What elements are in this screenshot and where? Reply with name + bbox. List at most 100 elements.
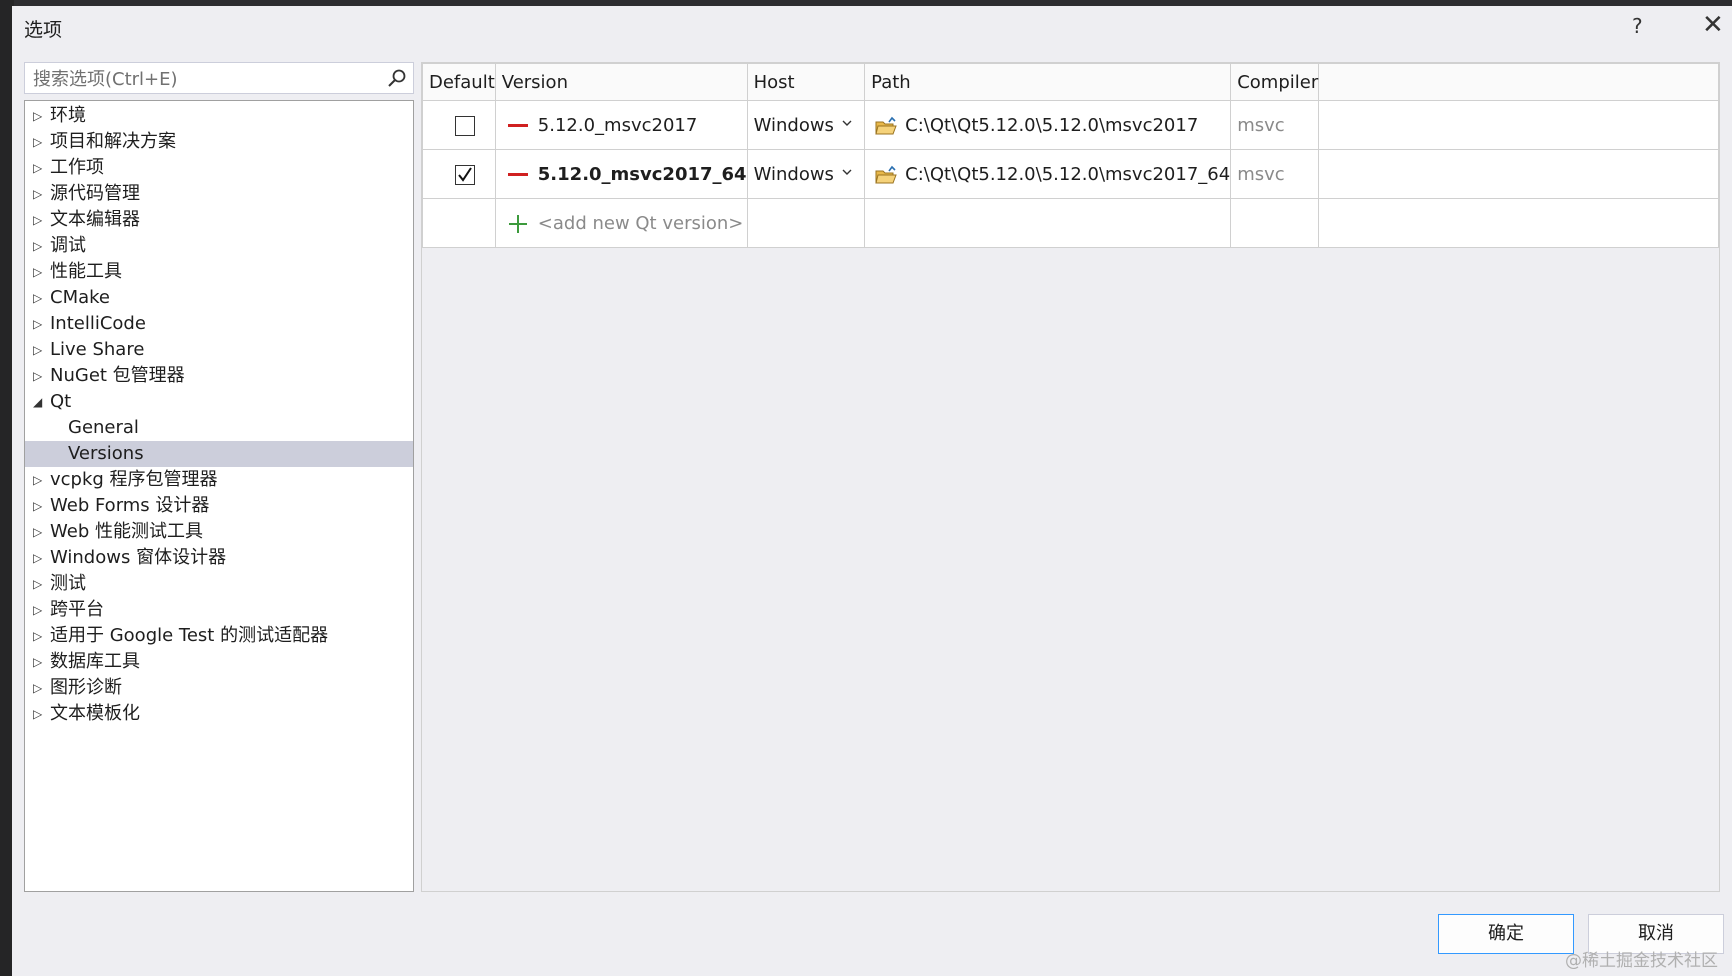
remove-version-icon[interactable] bbox=[507, 124, 528, 127]
tree-item[interactable]: ▷ 文本编辑器 bbox=[25, 207, 413, 233]
chevron-down-icon[interactable] bbox=[842, 119, 852, 127]
version-cell[interactable]: 5.12.0_msvc2017_64 bbox=[494, 149, 748, 199]
expand-arrow-icon[interactable]: ▷ bbox=[33, 155, 45, 181]
filler-cell bbox=[1318, 100, 1719, 150]
tree-item[interactable]: ▷ 环境 bbox=[25, 103, 413, 129]
tree-item[interactable]: ▷ IntelliCode bbox=[25, 311, 413, 337]
expand-arrow-icon[interactable]: ▷ bbox=[33, 363, 45, 389]
options-dialog: 选项 ? ✕ ▷环境▷项目和解决方案▷工作项▷源代码管理▷文本编辑器▷调试▷性能… bbox=[12, 6, 1732, 976]
tree-item-label: 性能工具 bbox=[50, 261, 122, 282]
default-checkbox[interactable] bbox=[455, 164, 475, 185]
tree-item[interactable]: ▷ 工作项 bbox=[25, 155, 413, 181]
tree-item[interactable]: ▷ Windows 窗体设计器 bbox=[25, 545, 413, 571]
column-header-version[interactable]: Version bbox=[494, 63, 748, 101]
filler-cell bbox=[1318, 198, 1719, 248]
expand-arrow-icon[interactable]: ▷ bbox=[33, 623, 45, 649]
host-value: Windows bbox=[753, 163, 834, 185]
tree-item[interactable]: ▷ 适用于 Google Test 的测试适配器 bbox=[25, 623, 413, 649]
tree-item[interactable]: ▷ 调试 bbox=[25, 233, 413, 259]
tree-item[interactable]: ▷ 测试 bbox=[25, 571, 413, 597]
tree-item[interactable]: Versions bbox=[25, 441, 413, 467]
chevron-down-icon[interactable] bbox=[842, 168, 852, 176]
tree-item[interactable]: ▷ vcpkg 程序包管理器 bbox=[25, 467, 413, 493]
tree-item[interactable]: ▷ Live Share bbox=[25, 337, 413, 363]
tree-item-label: 环境 bbox=[50, 105, 86, 126]
expand-arrow-icon[interactable]: ▷ bbox=[33, 545, 45, 571]
plus-icon[interactable] bbox=[508, 214, 528, 234]
options-tree: ▷ 环境 ▷ 项目和解决方案 ▷ 工作项 ▷ 源代码管理 ▷ 文本编辑器 ▷ 调试 ▷ 性能工具 ▷ CMak… bbox=[24, 100, 414, 892]
tree-item-label: Versions bbox=[68, 443, 144, 464]
expand-arrow-icon[interactable]: ▷ bbox=[33, 675, 45, 701]
qt-versions-panel: Default Version Host Path Compiler 5.12.… bbox=[421, 62, 1720, 892]
tree-item[interactable]: ▷ 文本模板化 bbox=[25, 701, 413, 727]
expand-arrow-icon[interactable]: ▷ bbox=[33, 207, 45, 233]
expand-arrow-icon[interactable]: ▷ bbox=[33, 519, 45, 545]
checkmark-icon bbox=[458, 166, 472, 182]
expand-arrow-icon[interactable]: ▷ bbox=[33, 181, 45, 207]
default-cell bbox=[422, 198, 496, 248]
remove-version-icon[interactable] bbox=[507, 173, 528, 176]
search-icon[interactable] bbox=[387, 68, 407, 88]
tree-item-label: 文本编辑器 bbox=[50, 209, 140, 230]
help-button[interactable]: ? bbox=[1632, 14, 1643, 38]
expand-arrow-icon[interactable]: ▷ bbox=[33, 571, 45, 597]
tree-item[interactable]: General bbox=[25, 415, 413, 441]
tree-item[interactable]: ▷ Web 性能测试工具 bbox=[25, 519, 413, 545]
path-cell bbox=[864, 198, 1232, 248]
tree-item[interactable]: ▷ CMake bbox=[25, 285, 413, 311]
column-header-filler bbox=[1318, 63, 1719, 101]
expand-arrow-icon[interactable]: ▷ bbox=[33, 701, 45, 727]
path-value: C:\Qt\Qt5.12.0\5.12.0\msvc2017_64 bbox=[905, 163, 1231, 185]
version-cell[interactable]: 5.12.0_msvc2017 bbox=[494, 100, 748, 150]
title-bar: 选项 ? ✕ bbox=[12, 6, 1732, 50]
tree-item[interactable]: ▷ 项目和解决方案 bbox=[25, 129, 413, 155]
tree-item-label: Live Share bbox=[50, 339, 145, 360]
host-cell[interactable]: Windows bbox=[746, 149, 866, 199]
add-version-cell[interactable]: <add new Qt version> bbox=[494, 198, 748, 248]
column-header-path[interactable]: Path bbox=[864, 63, 1232, 101]
tree-item[interactable]: ◢ Qt bbox=[25, 389, 413, 415]
host-cell[interactable]: Windows bbox=[746, 100, 866, 150]
expand-arrow-icon[interactable]: ▷ bbox=[33, 649, 45, 675]
tree-item[interactable]: ▷ 性能工具 bbox=[25, 259, 413, 285]
folder-open-icon[interactable] bbox=[875, 116, 897, 136]
expand-arrow-icon[interactable]: ▷ bbox=[33, 129, 45, 155]
tree-item[interactable]: ▷ 跨平台 bbox=[25, 597, 413, 623]
expand-arrow-icon[interactable]: ▷ bbox=[33, 259, 45, 285]
column-header-host[interactable]: Host bbox=[746, 63, 866, 101]
search-input[interactable] bbox=[25, 63, 375, 95]
tree-item[interactable]: ▷ 数据库工具 bbox=[25, 649, 413, 675]
search-box bbox=[24, 62, 414, 95]
tree-item-label: Web Forms 设计器 bbox=[50, 495, 210, 516]
expand-arrow-icon[interactable]: ▷ bbox=[33, 467, 45, 493]
expand-arrow-icon[interactable]: ▷ bbox=[33, 285, 45, 311]
close-button[interactable]: ✕ bbox=[1702, 10, 1724, 40]
expand-arrow-icon[interactable]: ▷ bbox=[33, 597, 45, 623]
version-name: 5.12.0_msvc2017 bbox=[537, 114, 698, 136]
folder-open-icon[interactable] bbox=[875, 165, 897, 185]
tree-item[interactable]: ▷ 源代码管理 bbox=[25, 181, 413, 207]
tree-item[interactable]: ▷ Web Forms 设计器 bbox=[25, 493, 413, 519]
expand-arrow-icon[interactable]: ▷ bbox=[33, 103, 45, 129]
expand-arrow-icon[interactable]: ▷ bbox=[33, 233, 45, 259]
ok-button[interactable]: 确定 bbox=[1438, 914, 1574, 954]
expand-arrow-icon[interactable]: ▷ bbox=[33, 493, 45, 519]
host-cell bbox=[746, 198, 866, 248]
path-cell[interactable]: C:\Qt\Qt5.12.0\5.12.0\msvc2017 bbox=[864, 100, 1232, 150]
expand-arrow-icon[interactable]: ▷ bbox=[33, 337, 45, 363]
expand-arrow-icon[interactable]: ▷ bbox=[33, 311, 45, 337]
collapse-arrow-icon[interactable]: ◢ bbox=[33, 389, 45, 415]
tree-item-label: 跨平台 bbox=[50, 599, 104, 620]
column-header-default[interactable]: Default bbox=[422, 63, 496, 101]
tree-item[interactable]: ▷ 图形诊断 bbox=[25, 675, 413, 701]
default-checkbox[interactable] bbox=[455, 115, 475, 136]
tree-item-label: 测试 bbox=[50, 573, 86, 594]
tree-item-label: 数据库工具 bbox=[50, 651, 140, 672]
path-cell[interactable]: C:\Qt\Qt5.12.0\5.12.0\msvc2017_64 bbox=[864, 149, 1232, 199]
tree-item-label: IntelliCode bbox=[50, 313, 146, 334]
column-header-compiler[interactable]: Compiler bbox=[1230, 63, 1320, 101]
default-cell bbox=[422, 149, 496, 199]
default-cell bbox=[422, 100, 496, 150]
tree-item[interactable]: ▷ NuGet 包管理器 bbox=[25, 363, 413, 389]
tree-item-label: vcpkg 程序包管理器 bbox=[50, 469, 218, 490]
